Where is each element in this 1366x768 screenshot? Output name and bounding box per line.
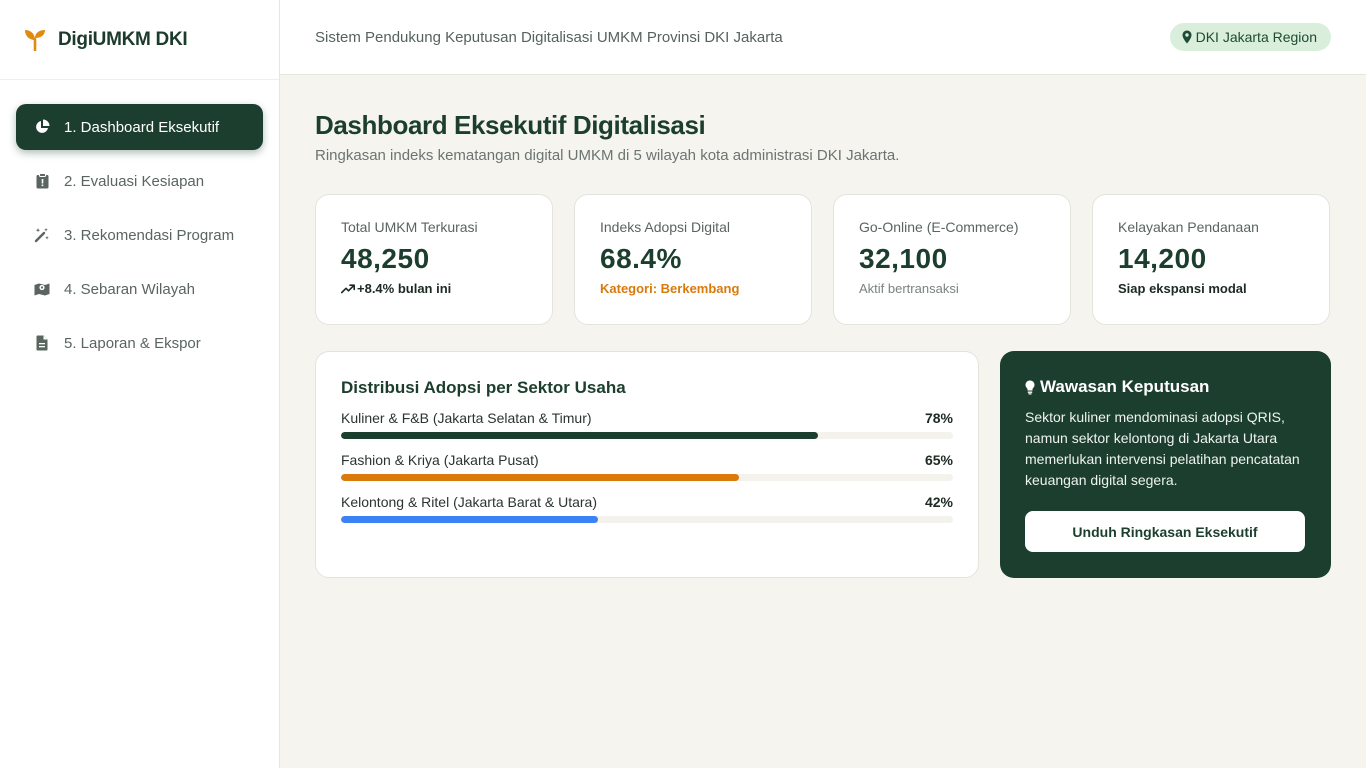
sector-percent: 65%	[924, 452, 953, 468]
sidebar-item-evaluasi[interactable]: 2. Evaluasi Kesiapan	[16, 158, 263, 204]
brand-name: DigiUMKM DKI	[58, 28, 188, 50]
progress-track	[341, 474, 953, 481]
lower-section: Distribusi Adopsi per Sektor Usaha Kulin…	[315, 351, 1331, 578]
kpi-label: Total UMKM Terkurasi	[341, 219, 478, 235]
progress-fill	[341, 516, 599, 523]
distribution-title: Distribusi Adopsi per Sektor Usaha	[341, 378, 626, 397]
sidebar-item-laporan[interactable]: 5. Laporan & Ekspor	[16, 320, 263, 366]
pie-chart-icon	[34, 119, 50, 135]
progress-track	[341, 432, 953, 439]
sidebar-item-sebaran[interactable]: 4. Sebaran Wilayah	[16, 266, 263, 312]
kpi-card-kelayakan: Kelayakan Pendanaan 14,200 Siap ekspansi…	[1092, 194, 1330, 325]
page-title: Dashboard Eksekutif Digitalisasi	[315, 110, 706, 140]
progress-fill	[341, 432, 819, 439]
distribution-row: Fashion & Kriya (Jakarta Pusat) 65%	[341, 452, 953, 481]
kpi-label: Go-Online (E-Commerce)	[859, 219, 1019, 235]
top-bar: Sistem Pendukung Keputusan Digitalisasi …	[280, 0, 1366, 75]
lightbulb-icon	[1025, 380, 1035, 395]
sidebar-item-label: 2. Evaluasi Kesiapan	[64, 172, 205, 190]
kpi-label: Kelayakan Pendanaan	[1118, 219, 1259, 235]
kpi-value: 68.4%	[600, 243, 682, 274]
sidebar: DigiUMKM DKI 1. Dashboard Eksekutif 2. E…	[0, 0, 280, 768]
system-title: Sistem Pendukung Keputusan Digitalisasi …	[315, 28, 783, 46]
sector-label: Fashion & Kriya (Jakarta Pusat)	[341, 452, 539, 468]
brand[interactable]: DigiUMKM DKI	[0, 0, 279, 80]
distribution-list: Kuliner & F&B (Jakarta Selatan & Timur) …	[341, 410, 953, 523]
kpi-card-total-umkm: Total UMKM Terkurasi 48,250 +8.4% bulan …	[315, 194, 553, 325]
sector-percent: 78%	[924, 410, 953, 426]
document-icon	[34, 335, 50, 351]
region-label: DKI Jakarta Region	[1195, 29, 1317, 45]
kpi-note-text: +8.4% bulan ini	[357, 281, 452, 296]
magic-wand-icon	[34, 227, 50, 243]
sidebar-item-rekomendasi[interactable]: 3. Rekomendasi Program	[16, 212, 263, 258]
sidebar-nav: 1. Dashboard Eksekutif 2. Evaluasi Kesia…	[0, 80, 279, 398]
sidebar-item-label: 5. Laporan & Ekspor	[64, 334, 201, 352]
distribution-row: Kelontong & Ritel (Jakarta Barat & Utara…	[341, 494, 953, 523]
sidebar-item-dashboard[interactable]: 1. Dashboard Eksekutif	[16, 104, 263, 150]
region-badge[interactable]: DKI Jakarta Region	[1169, 23, 1331, 51]
insight-text: Sektor kuliner mendominasi adopsi QRIS, …	[1025, 409, 1300, 488]
insight-card: Wawasan Keputusan Sektor kuliner mendomi…	[1000, 351, 1331, 578]
page-subtitle: Ringkasan indeks kematangan digital UMKM…	[315, 147, 900, 164]
map-icon	[34, 281, 50, 297]
sidebar-item-label: 1. Dashboard Eksekutif	[64, 118, 220, 136]
trending-up-icon	[341, 283, 355, 294]
sector-label: Kelontong & Ritel (Jakarta Barat & Utara…	[341, 494, 598, 510]
kpi-card-go-online: Go-Online (E-Commerce) 32,100 Aktif bert…	[833, 194, 1071, 325]
distribution-card: Distribusi Adopsi per Sektor Usaha Kulin…	[315, 351, 979, 578]
kpi-cards: Total UMKM Terkurasi 48,250 +8.4% bulan …	[315, 194, 1331, 325]
progress-track	[341, 516, 953, 523]
kpi-note: Aktif bertransaksi	[859, 281, 959, 296]
kpi-label: Indeks Adopsi Digital	[600, 219, 730, 235]
clipboard-icon	[34, 173, 50, 189]
insight-title-text: Wawasan Keputusan	[1040, 377, 1210, 396]
kpi-note: +8.4% bulan ini	[341, 281, 527, 296]
kpi-value: 48,250	[341, 243, 430, 274]
map-pin-icon	[1182, 30, 1192, 44]
download-summary-button[interactable]: Unduh Ringkasan Eksekutif	[1025, 511, 1305, 552]
kpi-value: 32,100	[859, 243, 948, 274]
kpi-card-indeks-adopsi: Indeks Adopsi Digital 68.4% Kategori: Be…	[574, 194, 812, 325]
distribution-row: Kuliner & F&B (Jakarta Selatan & Timur) …	[341, 410, 953, 439]
sector-label: Kuliner & F&B (Jakarta Selatan & Timur)	[341, 410, 592, 426]
sector-percent: 42%	[924, 494, 953, 510]
sidebar-item-label: 3. Rekomendasi Program	[64, 226, 235, 244]
insight-title: Wawasan Keputusan	[1025, 377, 1306, 397]
kpi-value: 14,200	[1118, 243, 1207, 274]
main-content: Dashboard Eksekutif Digitalisasi Ringkas…	[315, 110, 1331, 578]
progress-fill	[341, 474, 739, 481]
sprout-logo-icon	[24, 29, 46, 51]
kpi-note: Siap ekspansi modal	[1118, 281, 1247, 296]
sidebar-item-label: 4. Sebaran Wilayah	[64, 280, 195, 298]
kpi-note: Kategori: Berkembang	[600, 281, 740, 296]
